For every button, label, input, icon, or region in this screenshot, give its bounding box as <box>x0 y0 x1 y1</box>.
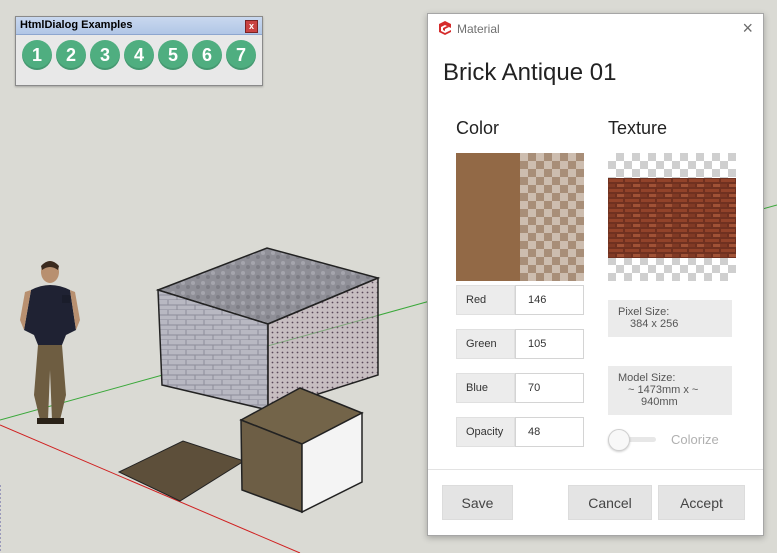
colorize-toggle[interactable] <box>608 429 658 451</box>
person-figure <box>20 261 80 424</box>
example-button-2[interactable]: 2 <box>56 40 86 70</box>
color-swatch-transparent <box>520 153 584 281</box>
opacity-field: Opacity 48 <box>456 417 584 447</box>
pixel-size-box: Pixel Size: 384 x 256 <box>608 300 732 337</box>
green-input[interactable]: 105 <box>515 329 584 359</box>
opacity-input[interactable]: 48 <box>515 417 584 447</box>
color-swatch[interactable] <box>456 153 584 281</box>
red-input[interactable]: 146 <box>515 285 584 315</box>
dialog-title: Material <box>457 22 500 36</box>
brick-texture-image <box>608 178 736 258</box>
texture-heading: Texture <box>608 118 668 138</box>
model-size-label: Model Size: <box>618 372 676 384</box>
blue-input[interactable]: 70 <box>515 373 584 403</box>
example-button-4[interactable]: 4 <box>124 40 154 70</box>
material-dialog: Material × Brick Antique 01 Color Textur… <box>427 13 764 536</box>
example-button-6[interactable]: 6 <box>192 40 222 70</box>
htmldialog-examples-window: HtmlDialog Examples x 1 2 3 4 5 6 7 <box>15 16 263 86</box>
footer-divider <box>428 469 763 470</box>
cancel-button[interactable]: Cancel <box>568 485 652 520</box>
example-button-1[interactable]: 1 <box>22 40 52 70</box>
pixel-size-label: Pixel Size: <box>618 306 670 318</box>
pixel-size-value: 384 x 256 <box>630 318 679 330</box>
model-size-line2: 940mm <box>641 396 678 408</box>
model-size-line1: ~ 1473mm x ~ <box>628 384 699 396</box>
red-label: Red <box>456 285 515 315</box>
colorize-toggle-knob <box>608 429 630 451</box>
colorize-label: Colorize <box>671 432 719 447</box>
example-button-5[interactable]: 5 <box>158 40 188 70</box>
save-button[interactable]: Save <box>442 485 513 520</box>
ground-tile <box>117 440 246 502</box>
material-name: Brick Antique 01 <box>443 59 617 86</box>
toolbar-title: HtmlDialog Examples <box>20 19 133 31</box>
green-label: Green <box>456 329 515 359</box>
accept-button[interactable]: Accept <box>658 485 745 520</box>
toolbar-titlebar: HtmlDialog Examples x <box>16 17 262 35</box>
blue-field: Blue 70 <box>456 373 584 403</box>
color-heading: Color <box>456 118 500 138</box>
sketchup-logo-icon <box>439 21 451 35</box>
red-field: Red 146 <box>456 285 584 315</box>
green-field: Green 105 <box>456 329 584 359</box>
close-icon[interactable]: × <box>742 18 753 38</box>
example-button-3[interactable]: 3 <box>90 40 120 70</box>
model-size-box: Model Size: ~ 1473mm x ~ 940mm <box>608 366 732 415</box>
example-buttons: 1 2 3 4 5 6 7 <box>16 35 262 70</box>
close-icon: x <box>248 21 254 31</box>
dialog-titlebar[interactable]: Material × <box>428 14 763 44</box>
example-button-7[interactable]: 7 <box>226 40 256 70</box>
texture-preview[interactable] <box>608 153 736 281</box>
color-swatch-solid <box>456 153 520 281</box>
opacity-label: Opacity <box>456 417 515 447</box>
blue-label: Blue <box>456 373 515 403</box>
toolbar-close-button[interactable]: x <box>245 20 258 33</box>
